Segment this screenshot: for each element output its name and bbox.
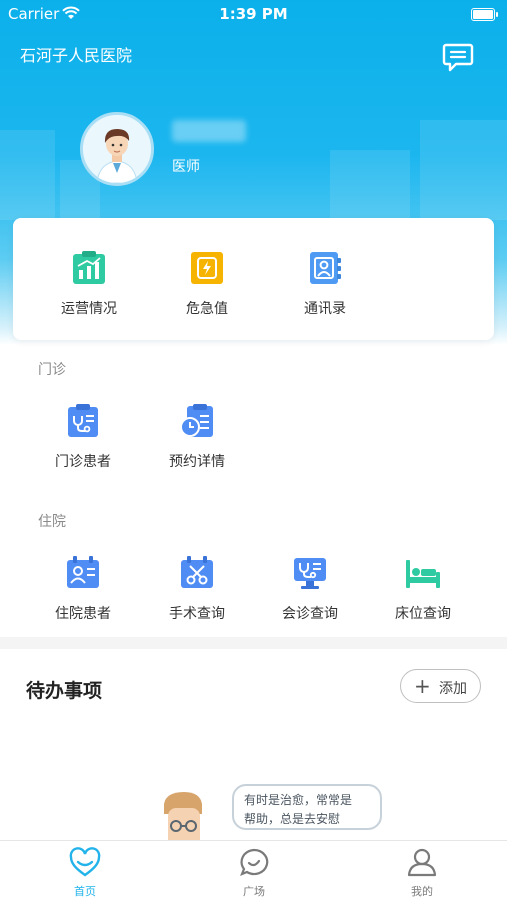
section-title-inpatient: 住院 [38,514,66,530]
doctor-illustration-icon [164,792,202,842]
tab-plaza[interactable]: 广场 [214,841,294,901]
hospital-bed-icon [406,560,440,588]
message-button[interactable] [442,42,474,72]
doctor-role: 医师 [172,159,200,175]
tab-label: 首页 [74,885,96,898]
critical-value-icon [191,252,223,284]
menu-item-label: 门诊患者 [55,454,111,470]
appointment-clock-icon [180,404,213,437]
status-bar: Carrier 1:39 PM [0,0,507,30]
inpatient-card-icon [67,556,99,588]
surgery-scissors-icon [181,556,213,588]
outpatient-clipboard-icon [68,404,98,437]
heart-home-icon [69,847,101,877]
quick-action-label: 通讯录 [304,301,346,317]
plus-icon: + [414,674,431,698]
bottom-tab-bar: 首页 广场 我的 [0,840,507,901]
operations-chart-icon [73,251,105,284]
user-profile-icon [407,848,437,877]
chat-bubble-icon [240,848,269,876]
clock: 1:39 PM [219,5,288,23]
menu-item-label: 手术查询 [169,606,225,622]
tab-mine[interactable]: 我的 [382,841,462,901]
add-todo-button[interactable]: + 添加 [400,669,481,703]
battery-icon [471,8,498,21]
doctor-name-blurred [172,120,246,142]
quick-action-label: 危急值 [186,301,228,317]
tab-label: 我的 [411,885,433,898]
quick-actions-card: 运营情况 危急值 通讯录 [13,218,494,340]
quote-line-1: 有时是治愈，常常是 [244,793,353,807]
menu-item-label: 床位查询 [395,606,451,622]
avatar[interactable] [80,112,154,186]
section-divider [0,637,507,649]
quote-line-2: 帮助，总是去安慰 [244,812,341,826]
menu-item-label: 预约详情 [169,454,225,470]
menu-item-label: 住院患者 [55,606,111,622]
add-todo-label: 添加 [439,681,467,697]
quote-bubble: 有时是治愈，常常是 帮助，总是去安慰 [232,784,382,830]
todo-title: 待办事项 [26,680,103,702]
message-icon [442,43,474,72]
section-title-outpatient: 门诊 [38,362,66,378]
hospital-name: 石河子人民医院 [20,46,133,65]
tab-label: 广场 [243,885,265,898]
empty-todo-illustration: 有时是治愈，常常是 帮助，总是去安慰 [160,782,400,842]
doctor-avatar-icon [83,115,151,183]
tab-home[interactable]: 首页 [45,841,125,901]
menu-item-label: 会诊查询 [282,606,338,622]
consultation-monitor-icon [294,558,326,589]
contacts-book-icon [310,252,341,284]
quick-action-label: 运营情况 [61,301,117,317]
